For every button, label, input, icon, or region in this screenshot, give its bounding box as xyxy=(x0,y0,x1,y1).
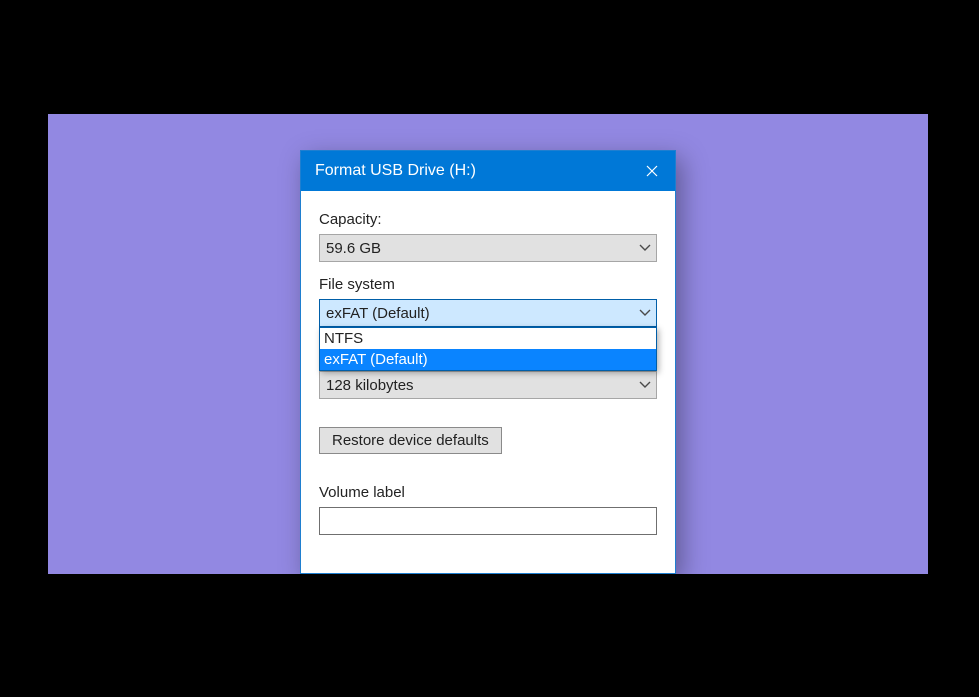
titlebar[interactable]: Format USB Drive (H:) xyxy=(301,151,675,191)
allocation-combobox[interactable]: 128 kilobytes xyxy=(319,371,657,399)
capacity-value: 59.6 GB xyxy=(326,240,381,257)
filesystem-option-exfat[interactable]: exFAT (Default) xyxy=(320,349,656,370)
filesystem-option-ntfs[interactable]: NTFS xyxy=(320,328,656,349)
chevron-down-icon xyxy=(639,299,651,327)
allocation-value: 128 kilobytes xyxy=(326,377,414,394)
filesystem-dropdown: NTFS exFAT (Default) xyxy=(319,327,657,371)
restore-defaults-button[interactable]: Restore device defaults xyxy=(319,427,502,454)
close-icon xyxy=(646,161,658,182)
format-dialog: Format USB Drive (H:) Capacity: 59.6 GB … xyxy=(300,150,676,574)
volume-label-input[interactable] xyxy=(319,507,657,535)
volume-label-label: Volume label xyxy=(319,484,657,501)
restore-defaults-label: Restore device defaults xyxy=(332,432,489,449)
close-button[interactable] xyxy=(629,151,675,191)
window-title: Format USB Drive (H:) xyxy=(315,162,476,180)
filesystem-label: File system xyxy=(319,276,657,293)
dialog-body: Capacity: 59.6 GB File system exFAT (Def… xyxy=(301,191,675,535)
chevron-down-icon xyxy=(639,371,651,399)
filesystem-value: exFAT (Default) xyxy=(326,305,430,322)
chevron-down-icon xyxy=(639,234,651,262)
capacity-label: Capacity: xyxy=(319,211,657,228)
capacity-combobox[interactable]: 59.6 GB xyxy=(319,234,657,262)
filesystem-combobox[interactable]: exFAT (Default) NTFS exFAT (Default) xyxy=(319,299,657,327)
